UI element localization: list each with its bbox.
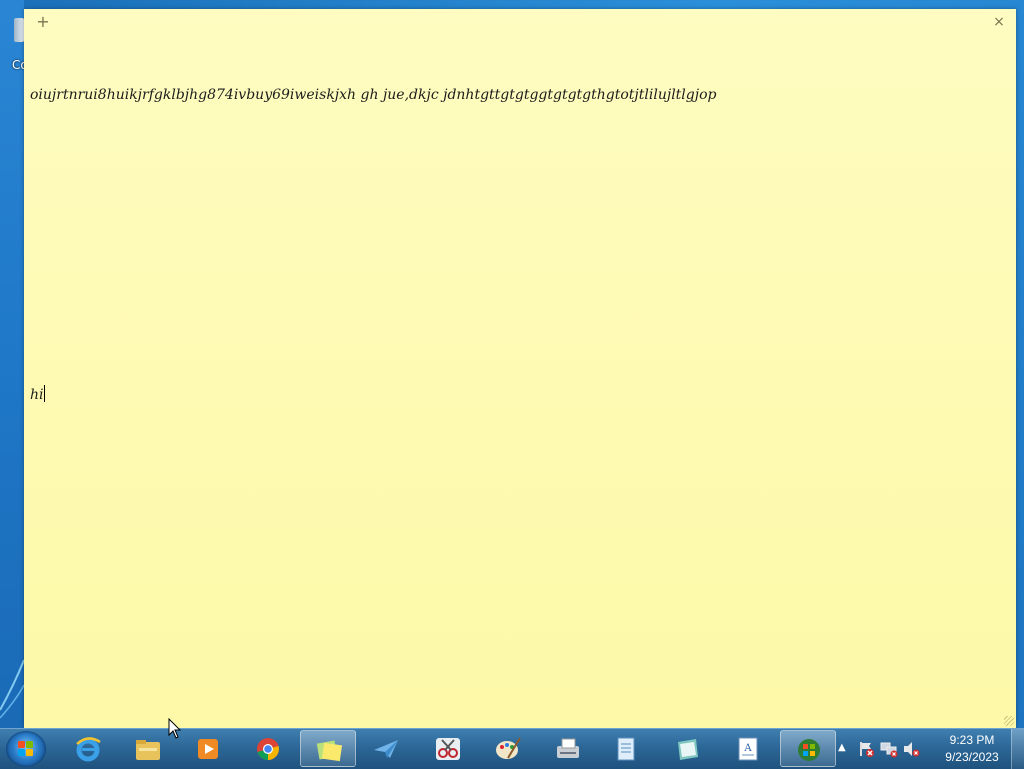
note-line [30,145,1002,165]
chrome-icon [257,738,279,760]
journal-icon [678,739,698,760]
start-button[interactable] [6,731,46,767]
close-note-button[interactable]: × [990,12,1008,32]
note-line [30,205,1002,225]
show-desktop-button[interactable] [1011,729,1024,769]
sticky-note-window[interactable]: + × oiujrtnrui8huikjrfgklbjhg874ivbuy69i… [24,9,1016,728]
note-line [30,325,1002,345]
note-text-area[interactable]: oiujrtnrui8huikjrfgklbjhg874ivbuy69iweis… [30,45,1002,718]
recycle-bin-icon[interactable] [2,16,24,46]
clock-time: 9:23 PM [949,733,995,747]
note-line-current: hi [30,385,1002,405]
wordpad-icon: A [738,737,758,761]
snipping-tool-icon [436,738,460,760]
taskbar-paint[interactable] [480,730,536,767]
note-line: oiujrtnrui8huikjrfgklbjhg874ivbuy69iweis… [30,87,717,103]
show-hidden-icons-button[interactable]: ▲ [838,742,846,753]
paper-plane-icon [374,740,398,758]
resize-grip[interactable] [1004,716,1014,726]
windows-logo-icon [18,741,34,757]
taskbar-paper-plane[interactable] [358,730,414,767]
sticky-note-header[interactable]: + × [24,9,1016,37]
svg-text:A: A [743,743,752,754]
notepad-icon [617,737,635,761]
note-line-text: hi [30,387,44,403]
taskbar-chrome[interactable] [240,730,296,767]
volume-muted-icon[interactable] [902,740,920,758]
clock-date: 9/23/2023 [945,750,999,764]
note-line [30,265,1002,285]
action-center-icon[interactable] [858,740,876,758]
sticky-notes-icon [316,740,343,762]
text-caret [43,385,45,402]
taskbar-media-player[interactable] [180,730,236,767]
internet-explorer-icon [76,737,101,762]
fax-scan-icon [557,738,579,758]
system-tray: ▲ 9:23 PM 9/23/2023 [834,729,1024,769]
file-explorer-icon [136,740,160,760]
taskbar: A ▲ 9:23 PM 9/23/2023 [0,728,1024,769]
taskbar-notepad[interactable] [598,730,654,767]
taskbar-sticky-notes[interactable] [300,730,356,767]
paint-icon [496,737,521,759]
taskbar-snipping-tool[interactable] [420,730,476,767]
taskbar-wordpad[interactable]: A [720,730,776,767]
windows-update-icon [798,739,820,761]
mouse-pointer-icon [168,718,182,739]
taskbar-clock[interactable]: 9:23 PM 9/23/2023 [932,732,1012,766]
wallpaper-swirl [0,659,24,719]
desktop-background: Co [0,0,28,728]
taskbar-fax-scan[interactable] [540,730,596,767]
network-icon[interactable] [880,740,898,758]
media-player-icon [198,739,218,759]
new-note-button[interactable]: + [34,12,52,32]
taskbar-journal[interactable] [660,730,716,767]
taskbar-windows-update[interactable] [780,730,836,767]
taskbar-internet-explorer[interactable] [60,730,116,767]
